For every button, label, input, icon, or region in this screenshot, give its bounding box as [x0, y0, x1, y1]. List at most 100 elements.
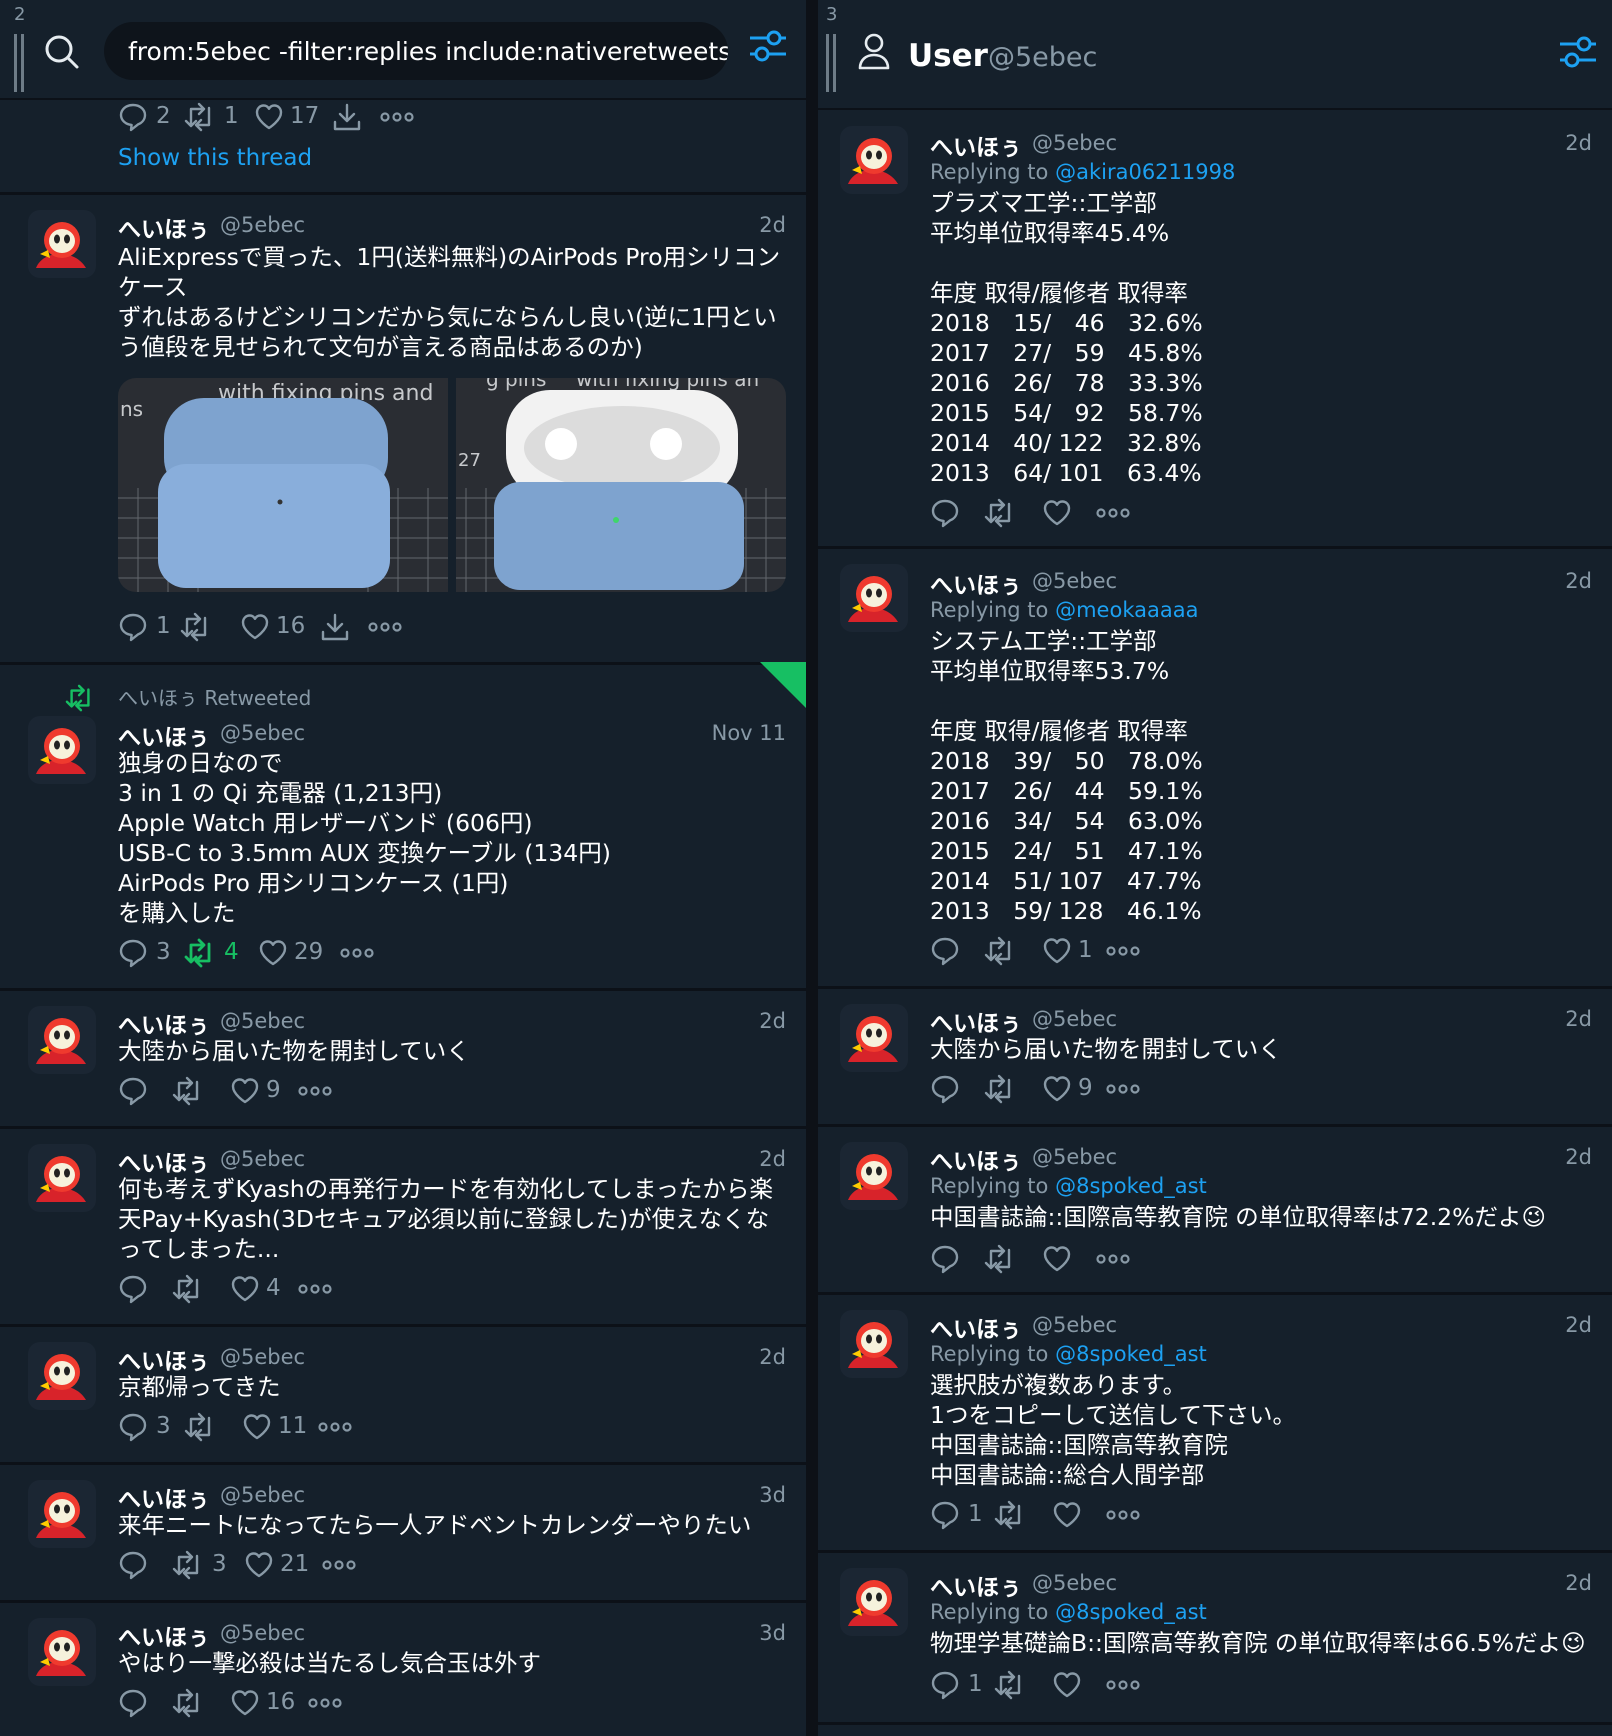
more-options-icon[interactable] — [380, 100, 416, 134]
user-handle[interactable]: @5ebec — [220, 721, 305, 745]
retweet-button[interactable] — [984, 1242, 1020, 1276]
display-name[interactable]: へいほぅ — [930, 1142, 1022, 1176]
retweet-button[interactable] — [180, 610, 220, 644]
retweet-button[interactable] — [172, 1074, 208, 1108]
user-handle[interactable]: @5ebec — [220, 1345, 305, 1369]
avatar[interactable] — [28, 210, 96, 278]
user-handle[interactable]: @5ebec — [220, 1147, 305, 1171]
tweet[interactable]: へいほぅ @5ebec 2d 何も考えずKyashの再発行カードを有効化してしま… — [0, 1126, 806, 1327]
display-name[interactable]: へいほぅ — [930, 1310, 1022, 1344]
more-options-icon[interactable] — [318, 1410, 354, 1444]
tweet[interactable]: へいほぅ @5ebec 2d Replying to @8spoked_ast … — [818, 1550, 1612, 1725]
column-drag-handle[interactable] — [826, 34, 836, 92]
more-options-icon[interactable] — [308, 1686, 344, 1720]
more-options-icon[interactable] — [340, 936, 376, 970]
tweet-time[interactable]: 2d — [759, 1345, 786, 1369]
tweet-time[interactable]: 2d — [759, 1009, 786, 1033]
avatar[interactable] — [28, 1480, 96, 1548]
like-button[interactable]: 17 — [254, 100, 320, 134]
like-button[interactable]: 16 — [230, 1686, 300, 1720]
avatar[interactable] — [840, 1004, 908, 1072]
display-name[interactable]: へいほぅ — [118, 210, 210, 244]
avatar[interactable] — [840, 126, 908, 194]
display-name[interactable]: へいほぅ — [118, 1342, 210, 1376]
user-handle[interactable]: @5ebec — [220, 1483, 305, 1507]
like-button[interactable] — [1042, 496, 1078, 530]
tweet-time[interactable]: 2d — [1565, 1571, 1592, 1595]
reply-button[interactable] — [930, 496, 966, 530]
tweet[interactable]: へいほぅ @5ebec 2d 京都帰ってきた 3 11 — [0, 1324, 806, 1465]
reply-button[interactable] — [118, 1548, 154, 1582]
retweet-button[interactable] — [994, 1668, 1030, 1702]
tweet-time[interactable]: 2d — [1565, 1313, 1592, 1337]
reply-button[interactable] — [930, 1242, 966, 1276]
replying-to-user-link[interactable]: @meokaaaaa — [1055, 598, 1198, 622]
show-thread-link[interactable]: Show this thread — [118, 145, 312, 171]
retweet-button[interactable] — [994, 1498, 1030, 1532]
column-drag-handle[interactable] — [14, 34, 24, 92]
user-handle[interactable]: @5ebec — [220, 213, 305, 237]
search-box[interactable] — [104, 22, 728, 80]
more-options-icon[interactable] — [1096, 1242, 1132, 1276]
tweet[interactable]: へいほぅ @5ebec 2d AliExpressで買った、1円(送料無料)のA… — [0, 192, 806, 665]
display-name[interactable]: へいほぅ — [930, 128, 1022, 162]
like-button[interactable] — [1042, 1242, 1078, 1276]
download-button[interactable] — [320, 610, 352, 644]
tweet-media[interactable]: with fixing pins and ns g pins with fixi… — [118, 378, 786, 592]
media-image-case-closed[interactable]: with fixing pins and ns — [118, 378, 448, 592]
tweet-time[interactable]: 3d — [759, 1621, 786, 1645]
avatar[interactable] — [28, 1618, 96, 1686]
reply-button[interactable] — [930, 1072, 966, 1106]
tweet[interactable]: へいほぅ @5ebec 3d 来年ニートになってたら一人アドベントカレンダーやり… — [0, 1462, 806, 1603]
tweet[interactable]: へいほぅ @5ebec 3d やはり一撃必殺は当たるし気合玉は外す 16 — [0, 1600, 806, 1736]
user-handle[interactable]: @5ebec — [1032, 1571, 1117, 1595]
more-options-icon[interactable] — [1106, 1498, 1142, 1532]
tweet[interactable]: へいほぅ @5ebec 2d Replying to @meokaaaaa シス… — [818, 546, 1612, 989]
user-handle[interactable]: @5ebec — [1032, 1007, 1117, 1031]
search-icon[interactable] — [44, 34, 80, 70]
replying-to-user-link[interactable]: @8spoked_ast — [1055, 1342, 1207, 1366]
more-options-icon[interactable] — [1106, 1072, 1142, 1106]
tweet-time[interactable]: 2d — [1565, 131, 1592, 155]
reply-button[interactable] — [118, 1686, 154, 1720]
avatar[interactable] — [840, 1568, 908, 1636]
tweet[interactable]: へいほぅ @5ebec 2d Replying to @akira0621199… — [818, 108, 1612, 549]
tweet-time[interactable]: 2d — [759, 213, 786, 237]
user-handle[interactable]: @5ebec — [1032, 1145, 1117, 1169]
retweet-button[interactable] — [984, 934, 1020, 968]
like-button[interactable]: 9 — [230, 1074, 286, 1108]
retweet-button[interactable] — [984, 496, 1020, 530]
retweet-button[interactable] — [984, 1072, 1020, 1106]
display-name[interactable]: へいほぅ — [118, 718, 210, 752]
search-input[interactable] — [104, 22, 728, 80]
display-name[interactable]: へいほぅ — [118, 1480, 210, 1514]
reply-button[interactable]: 3 — [118, 936, 178, 970]
retweet-button[interactable]: 1 — [184, 100, 244, 134]
reply-button[interactable]: 3 — [118, 1410, 174, 1444]
like-button[interactable]: 29 — [258, 936, 324, 970]
download-button[interactable] — [332, 100, 364, 134]
reply-button[interactable] — [118, 1074, 154, 1108]
avatar[interactable] — [840, 564, 908, 632]
retweet-button[interactable]: 3 — [172, 1548, 228, 1582]
tweet-time[interactable]: 3d — [759, 1483, 786, 1507]
more-options-icon[interactable] — [1096, 496, 1132, 530]
reply-button[interactable]: 1 — [118, 610, 171, 644]
tweet[interactable]: へいほぅ @5ebec 2d Replying to @8spoked_ast … — [818, 1292, 1612, 1553]
like-button[interactable] — [1052, 1498, 1088, 1532]
retweet-button[interactable] — [184, 1410, 220, 1444]
user-handle[interactable]: @5ebec — [1032, 1313, 1117, 1337]
avatar[interactable] — [28, 1006, 96, 1074]
more-options-icon[interactable] — [298, 1272, 334, 1306]
retweet-button[interactable] — [172, 1686, 208, 1720]
reply-button[interactable] — [118, 1272, 154, 1306]
media-image-case-open[interactable]: g pins with fixing pins an 27 — [456, 378, 786, 592]
like-button[interactable]: 1 — [1042, 934, 1098, 968]
user-handle[interactable]: @5ebec — [220, 1621, 305, 1645]
tweet-retweeted[interactable]: へいほぅ Retweeted へいほぅ @5ebec Nov 11 独身の日なの… — [0, 662, 806, 991]
filter-settings-icon[interactable] — [1558, 34, 1598, 70]
user-handle[interactable]: @5ebec — [1032, 131, 1117, 155]
tweet[interactable]: へいほぅ @5ebec 2d 大陸から届いた物を開封していく 9 — [818, 986, 1612, 1127]
reply-button[interactable] — [930, 934, 966, 968]
tweet[interactable]: へいほぅ @5ebec 2d 大陸から届いた物を開封していく 9 — [0, 988, 806, 1129]
